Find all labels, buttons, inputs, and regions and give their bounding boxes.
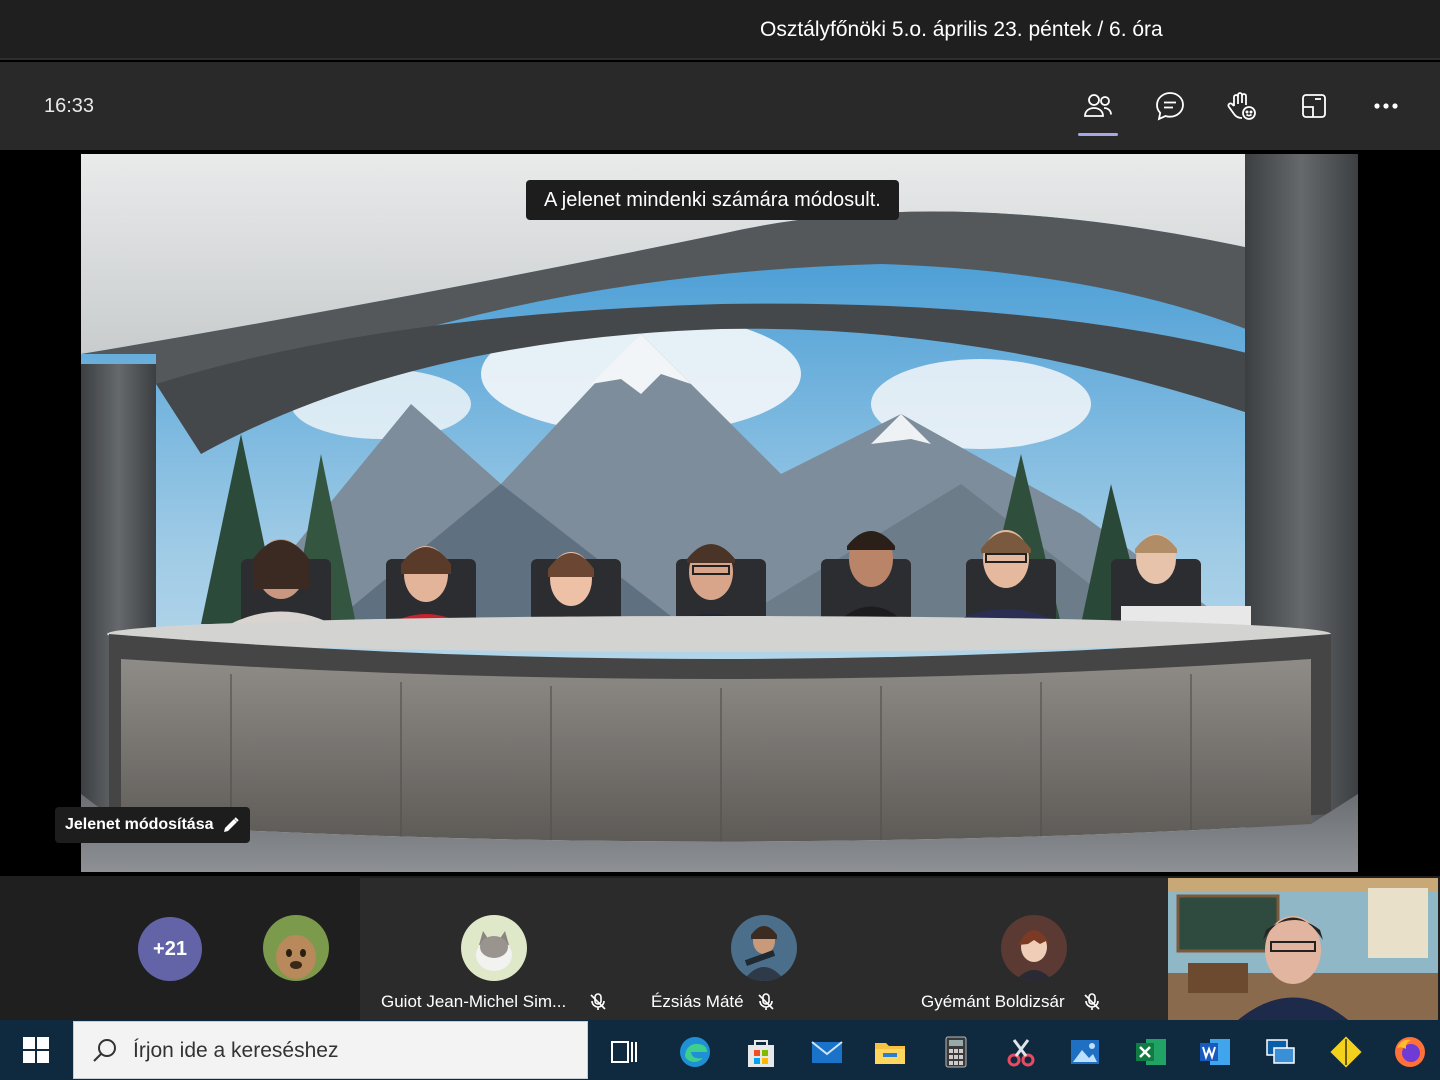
store-app[interactable] — [733, 1026, 789, 1078]
together-mode-stage — [6, 154, 1434, 874]
sticky-app[interactable] — [1318, 1026, 1374, 1078]
edge-app[interactable] — [667, 1026, 723, 1078]
participant-tile[interactable]: Ézsiás Máté — [628, 878, 898, 1020]
participant-tile[interactable]: Gyémánt Boldizsár — [898, 878, 1168, 1020]
people-button[interactable] — [1074, 84, 1122, 136]
firefox-icon — [1395, 1037, 1425, 1067]
snipping-tool-icon — [1007, 1039, 1035, 1067]
remote-desktop-icon — [1266, 1039, 1295, 1064]
snipping-tool-app[interactable] — [993, 1026, 1049, 1078]
participant-avatar — [461, 915, 527, 981]
mic-muted-icon — [590, 993, 606, 1010]
participant-avatar — [731, 915, 797, 981]
anime-avatar-image — [1001, 915, 1067, 981]
virtual-scene-illustration — [81, 154, 1358, 872]
more-actions-button[interactable] — [1362, 84, 1410, 128]
store-icon — [748, 1040, 774, 1067]
calculator-app[interactable] — [928, 1026, 984, 1078]
scene-changed-notification: A jelenet mindenki számára módosult. — [526, 180, 899, 220]
remote-desktop-app[interactable] — [1252, 1026, 1308, 1078]
participant-name: Gyémánt Boldizsár — [921, 992, 1065, 1011]
self-view-image — [1168, 878, 1438, 1020]
window-title-bar: Osztályfőnöki 5.o. április 23. péntek / … — [0, 0, 1440, 60]
participant-name: Ézsiás Máté — [651, 992, 744, 1011]
excel-icon — [1136, 1039, 1166, 1065]
game-character-avatar-image — [731, 915, 797, 981]
participant-avatar[interactable] — [263, 915, 329, 981]
photos-icon — [1071, 1040, 1099, 1064]
edit-scene-button[interactable]: Jelenet módosítása — [55, 807, 250, 843]
raise-hand-icon — [1227, 92, 1256, 120]
people-icon — [1084, 94, 1112, 117]
search-placeholder: Írjon ide a kereséshez — [133, 1039, 339, 1062]
taskbar-search-box[interactable]: Írjon ide a kereséshez — [73, 1021, 588, 1079]
edit-scene-label: Jelenet módosítása — [65, 816, 214, 833]
participant-tile[interactable]: Guiot Jean-Michel Sim... — [360, 878, 628, 1020]
firefox-app[interactable] — [1382, 1026, 1438, 1078]
participant-name: Guiot Jean-Michel Sim... — [381, 992, 567, 1011]
meeting-toolbar: 16:33 — [0, 62, 1440, 150]
pencil-icon — [223, 817, 239, 832]
mic-muted-icon — [1084, 993, 1100, 1010]
raise-hand-button[interactable] — [1218, 84, 1266, 128]
chat-button[interactable] — [1146, 84, 1194, 128]
more-participants-badge[interactable]: +21 — [138, 917, 202, 981]
start-button[interactable] — [0, 1020, 72, 1080]
meeting-clock: 16:33 — [44, 95, 95, 117]
mic-muted-icon — [758, 993, 774, 1010]
search-icon — [93, 1039, 116, 1062]
task-view-icon — [611, 1041, 637, 1063]
sticky-app-icon — [1330, 1036, 1362, 1068]
word-app[interactable] — [1187, 1026, 1243, 1078]
edge-icon — [680, 1037, 710, 1067]
rooms-icon — [1302, 94, 1326, 118]
task-view-button[interactable] — [596, 1026, 652, 1078]
breakout-rooms-button[interactable] — [1290, 84, 1338, 128]
windows-taskbar: Írjon ide a kereséshez — [0, 1020, 1440, 1080]
meeting-title: Osztályfőnöki 5.o. április 23. péntek / … — [760, 18, 1163, 41]
participant-avatar — [1001, 915, 1067, 981]
participant-strip: +21 Guiot Jean-Michel Sim... Ézsiás Máté… — [0, 876, 1440, 1020]
cat-avatar-image — [461, 915, 527, 981]
chat-icon — [1156, 92, 1184, 121]
word-icon — [1200, 1039, 1230, 1065]
self-view-video[interactable] — [1168, 878, 1438, 1020]
windows-logo-icon — [23, 1037, 49, 1063]
file-explorer-app[interactable] — [862, 1026, 918, 1078]
more-icon — [1374, 103, 1398, 109]
virtual-scene — [81, 154, 1358, 872]
mail-icon — [811, 1041, 843, 1063]
calculator-icon — [945, 1036, 967, 1068]
excel-app[interactable] — [1123, 1026, 1179, 1078]
dog-avatar-image — [263, 915, 329, 981]
file-explorer-icon — [875, 1043, 905, 1064]
photos-app[interactable] — [1057, 1026, 1113, 1078]
mail-app[interactable] — [799, 1026, 855, 1078]
